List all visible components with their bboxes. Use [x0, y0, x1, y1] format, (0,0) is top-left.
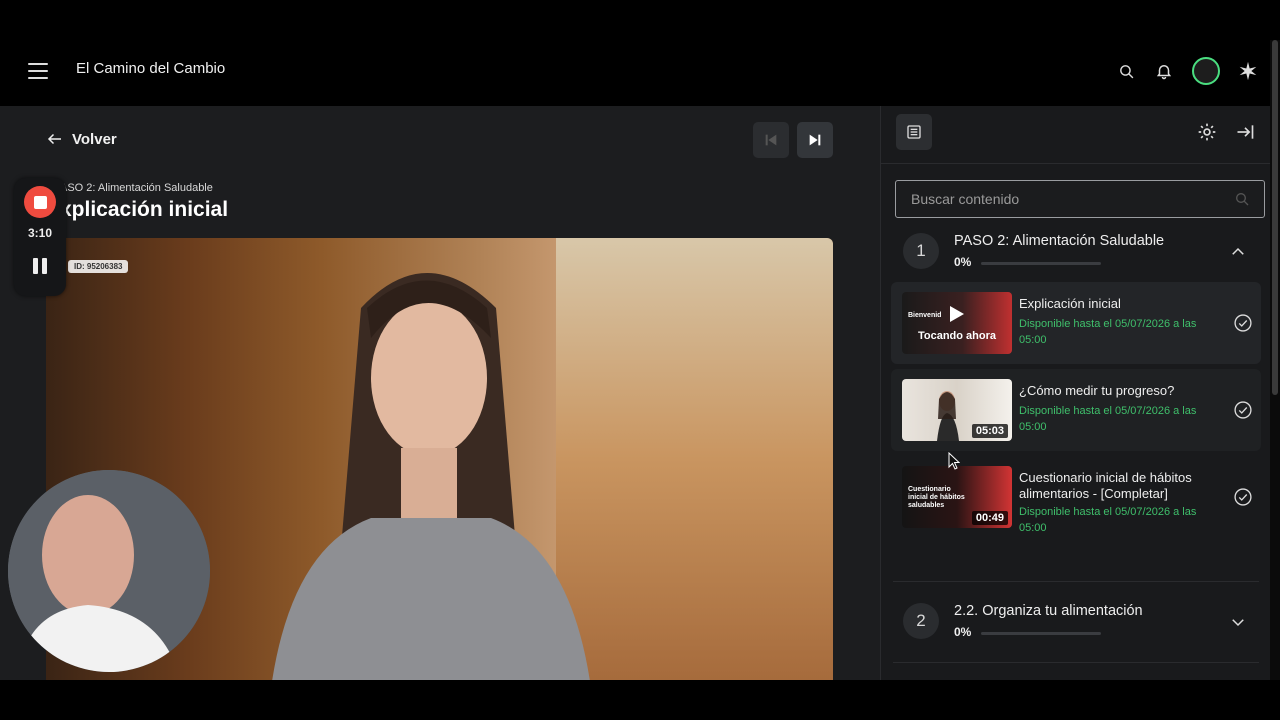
- section-title: PASO 2: Alimentación Saludable: [954, 233, 1165, 249]
- video-presenter-image: [272, 273, 590, 680]
- section-progress-bar: [981, 262, 1101, 265]
- search-icon[interactable]: [1116, 61, 1136, 81]
- item-duration: 00:49: [971, 511, 1008, 525]
- item-availability: Disponible hasta el 05/07/2026 a las 05:…: [1019, 405, 1197, 433]
- item-title: ¿Cómo medir tu progreso?: [1019, 383, 1175, 398]
- lesson-title: xplicación inicial: [60, 198, 229, 221]
- arrow-left-icon: [47, 133, 61, 145]
- section-header[interactable]: 2 2.2. Organiza tu alimentación 0%: [891, 603, 1261, 643]
- stop-icon[interactable]: [24, 186, 56, 218]
- recording-time: 3:10: [27, 226, 53, 240]
- recorder-widget: 3:10: [14, 178, 66, 296]
- bell-icon[interactable]: [1154, 61, 1174, 81]
- webcam-bubble: [8, 470, 210, 672]
- avatar-icon[interactable]: [1192, 57, 1220, 85]
- content-sidebar: 1 PASO 2: Alimentación Saludable 0% Bien…: [880, 106, 1271, 680]
- breadcrumb: ASO 2: Alimentación Saludable: [60, 182, 213, 194]
- divider: [893, 581, 1259, 582]
- search-box: [895, 180, 1265, 218]
- chevron-down-icon[interactable]: [1229, 613, 1247, 631]
- list-item[interactable]: Bienvenid Tocando ahora Explicación inic…: [891, 282, 1261, 364]
- check-circle-icon[interactable]: [1233, 400, 1253, 420]
- item-duration: 05:03: [971, 424, 1008, 438]
- next-lesson-button[interactable]: [797, 122, 833, 158]
- play-icon: [950, 306, 964, 322]
- divider: [893, 662, 1259, 663]
- item-title: Cuestionario inicial de hábitos alimenta…: [1019, 470, 1192, 501]
- skip-previous-icon: [765, 134, 777, 146]
- search-input[interactable]: [896, 181, 1216, 217]
- item-thumbnail: 05:03: [902, 379, 1012, 441]
- sparkle-icon[interactable]: [1238, 61, 1258, 81]
- sidebar-header: [881, 106, 1271, 164]
- menu-icon[interactable]: [28, 63, 48, 79]
- gear-icon[interactable]: [1197, 122, 1217, 142]
- webcam-image: [8, 470, 210, 672]
- app-title: El Camino del Cambio: [76, 60, 226, 77]
- item-availability: Disponible hasta el 05/07/2026 a las 05:…: [1019, 318, 1197, 346]
- section-progress-label: 0%: [954, 625, 972, 639]
- list-item[interactable]: 05:03 ¿Cómo medir tu progreso? Disponibl…: [891, 369, 1261, 451]
- list-item[interactable]: Cuestionario inicial de hábitos saludabl…: [891, 456, 1261, 538]
- list-icon[interactable]: [896, 114, 932, 150]
- top-bar: El Camino del Cambio: [0, 40, 1280, 106]
- check-circle-icon[interactable]: [1233, 313, 1253, 333]
- section-title: 2.2. Organiza tu alimentación: [954, 603, 1143, 619]
- top-actions: [1116, 57, 1258, 85]
- collapse-panel-icon[interactable]: [1235, 122, 1255, 142]
- pause-icon[interactable]: [33, 258, 47, 274]
- back-label: Volver: [72, 130, 117, 148]
- item-thumbnail: Bienvenid Tocando ahora: [902, 292, 1012, 354]
- now-playing-badge: Tocando ahora: [917, 330, 997, 342]
- item-thumbnail: Cuestionario inicial de hábitos saludabl…: [902, 466, 1012, 528]
- item-title: Explicación inicial: [1019, 296, 1121, 311]
- previous-lesson-button[interactable]: [753, 122, 789, 158]
- section-progress-bar: [981, 632, 1101, 635]
- video-id-chip: ID: 95206383: [68, 260, 129, 273]
- section-progress-label: 0%: [954, 255, 972, 269]
- section-number: 1: [903, 233, 939, 269]
- search-icon: [1236, 193, 1249, 206]
- check-circle-icon[interactable]: [1233, 487, 1253, 507]
- mouse-cursor-icon: [948, 452, 960, 470]
- skip-next-icon: [809, 134, 821, 146]
- lesson-nav: [753, 122, 833, 158]
- chevron-up-icon[interactable]: [1229, 243, 1247, 261]
- page-scrollbar[interactable]: [1270, 40, 1280, 680]
- thumbnail-caption: Cuestionario inicial de hábitos saludabl…: [908, 486, 965, 509]
- item-availability: Disponible hasta el 05/07/2026 a las 05:…: [1019, 506, 1197, 534]
- section-number: 2: [903, 603, 939, 639]
- back-button[interactable]: Volver: [46, 130, 117, 148]
- section-header[interactable]: 1 PASO 2: Alimentación Saludable 0%: [891, 233, 1261, 273]
- sidebar-actions: [1197, 122, 1255, 142]
